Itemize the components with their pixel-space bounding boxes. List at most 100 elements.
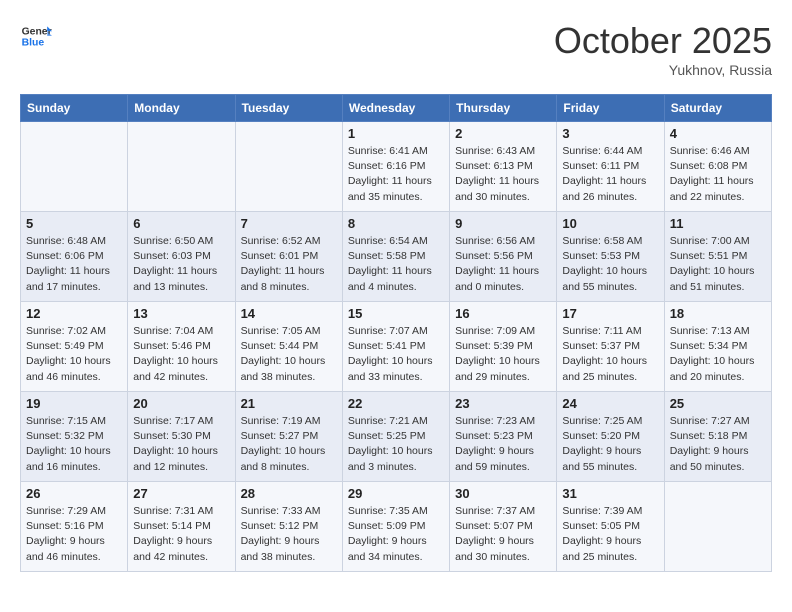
- calendar-cell: [128, 122, 235, 212]
- calendar-cell: 8 Sunrise: 6:54 AMSunset: 5:58 PMDaylight…: [342, 212, 449, 302]
- day-info: Sunrise: 7:29 AMSunset: 5:16 PMDaylight:…: [26, 504, 122, 565]
- day-number: 19: [26, 396, 122, 411]
- day-info: Sunrise: 7:09 AMSunset: 5:39 PMDaylight:…: [455, 324, 551, 385]
- day-info: Sunrise: 7:11 AMSunset: 5:37 PMDaylight:…: [562, 324, 658, 385]
- calendar-week-row: 5 Sunrise: 6:48 AMSunset: 6:06 PMDaylight…: [21, 212, 772, 302]
- calendar-cell: [21, 122, 128, 212]
- calendar-cell: 13Sunrise: 7:04 AMSunset: 5:46 PMDayligh…: [128, 302, 235, 392]
- day-info: Sunrise: 6:41 AMSunset: 6:16 PMDaylight:…: [348, 144, 444, 205]
- calendar-cell: 11 Sunrise: 7:00 AMSunset: 5:51 PMDayligh…: [664, 212, 771, 302]
- calendar-cell: 9Sunrise: 6:56 AMSunset: 5:56 PMDaylight…: [450, 212, 557, 302]
- day-number: 18: [670, 306, 766, 321]
- calendar-week-row: 19 Sunrise: 7:15 AMSunset: 5:32 PMDayligh…: [21, 392, 772, 482]
- day-info: Sunrise: 7:04 AMSunset: 5:46 PMDaylight:…: [133, 324, 229, 385]
- weekday-header: Sunday: [21, 95, 128, 122]
- day-info: Sunrise: 7:27 AMSunset: 5:18 PMDaylight:…: [670, 414, 766, 475]
- day-number: 20: [133, 396, 229, 411]
- day-number: 7: [241, 216, 337, 231]
- calendar-cell: 2 Sunrise: 6:43 AMSunset: 6:13 PMDaylight…: [450, 122, 557, 212]
- day-info: Sunrise: 7:35 AMSunset: 5:09 PMDaylight:…: [348, 504, 444, 565]
- day-info: Sunrise: 7:19 AMSunset: 5:27 PMDaylight:…: [241, 414, 337, 475]
- calendar-table: SundayMondayTuesdayWednesdayThursdayFrid…: [20, 94, 772, 572]
- day-number: 23: [455, 396, 551, 411]
- weekday-header: Wednesday: [342, 95, 449, 122]
- calendar-cell: 26Sunrise: 7:29 AMSunset: 5:16 PMDayligh…: [21, 482, 128, 572]
- day-number: 28: [241, 486, 337, 501]
- day-info: Sunrise: 7:39 AMSunset: 5:05 PMDaylight:…: [562, 504, 658, 565]
- day-info: Sunrise: 7:31 AMSunset: 5:14 PMDaylight:…: [133, 504, 229, 565]
- location-subtitle: Yukhnov, Russia: [554, 62, 772, 78]
- day-info: Sunrise: 7:15 AMSunset: 5:32 PMDaylight:…: [26, 414, 122, 475]
- day-info: Sunrise: 7:25 AMSunset: 5:20 PMDaylight:…: [562, 414, 658, 475]
- day-info: Sunrise: 6:48 AMSunset: 6:06 PMDaylight:…: [26, 234, 122, 295]
- weekday-header: Monday: [128, 95, 235, 122]
- day-number: 14: [241, 306, 337, 321]
- title-block: October 2025 Yukhnov, Russia: [554, 20, 772, 78]
- day-info: Sunrise: 7:05 AMSunset: 5:44 PMDaylight:…: [241, 324, 337, 385]
- day-number: 11: [670, 216, 766, 231]
- calendar-cell: 27 Sunrise: 7:31 AMSunset: 5:14 PMDayligh…: [128, 482, 235, 572]
- calendar-cell: 4 Sunrise: 6:46 AMSunset: 6:08 PMDaylight…: [664, 122, 771, 212]
- day-info: Sunrise: 7:02 AMSunset: 5:49 PMDaylight:…: [26, 324, 122, 385]
- calendar-cell: [235, 122, 342, 212]
- weekday-header: Friday: [557, 95, 664, 122]
- day-number: 25: [670, 396, 766, 411]
- day-info: Sunrise: 6:54 AMSunset: 5:58 PMDaylight:…: [348, 234, 444, 295]
- calendar-cell: 12Sunrise: 7:02 AMSunset: 5:49 PMDayligh…: [21, 302, 128, 392]
- calendar-cell: 31 Sunrise: 7:39 AMSunset: 5:05 PMDayligh…: [557, 482, 664, 572]
- calendar-week-row: 26Sunrise: 7:29 AMSunset: 5:16 PMDayligh…: [21, 482, 772, 572]
- calendar-cell: 24 Sunrise: 7:25 AMSunset: 5:20 PMDayligh…: [557, 392, 664, 482]
- weekday-header: Thursday: [450, 95, 557, 122]
- day-number: 4: [670, 126, 766, 141]
- calendar-cell: 29 Sunrise: 7:35 AMSunset: 5:09 PMDayligh…: [342, 482, 449, 572]
- calendar-week-row: 1 Sunrise: 6:41 AMSunset: 6:16 PMDaylight…: [21, 122, 772, 212]
- day-number: 30: [455, 486, 551, 501]
- logo: General Blue: [20, 20, 52, 52]
- day-number: 21: [241, 396, 337, 411]
- day-info: Sunrise: 7:17 AMSunset: 5:30 PMDaylight:…: [133, 414, 229, 475]
- day-info: Sunrise: 7:13 AMSunset: 5:34 PMDaylight:…: [670, 324, 766, 385]
- calendar-cell: 28 Sunrise: 7:33 AMSunset: 5:12 PMDayligh…: [235, 482, 342, 572]
- day-number: 17: [562, 306, 658, 321]
- day-info: Sunrise: 7:37 AMSunset: 5:07 PMDaylight:…: [455, 504, 551, 565]
- day-info: Sunrise: 6:43 AMSunset: 6:13 PMDaylight:…: [455, 144, 551, 205]
- day-number: 8: [348, 216, 444, 231]
- calendar-cell: 5 Sunrise: 6:48 AMSunset: 6:06 PMDaylight…: [21, 212, 128, 302]
- day-number: 22: [348, 396, 444, 411]
- day-number: 16: [455, 306, 551, 321]
- calendar-cell: 17 Sunrise: 7:11 AMSunset: 5:37 PMDayligh…: [557, 302, 664, 392]
- day-number: 5: [26, 216, 122, 231]
- calendar-cell: 15Sunrise: 7:07 AMSunset: 5:41 PMDayligh…: [342, 302, 449, 392]
- day-info: Sunrise: 6:58 AMSunset: 5:53 PMDaylight:…: [562, 234, 658, 295]
- calendar-cell: 23Sunrise: 7:23 AMSunset: 5:23 PMDayligh…: [450, 392, 557, 482]
- calendar-cell: 16 Sunrise: 7:09 AMSunset: 5:39 PMDayligh…: [450, 302, 557, 392]
- day-number: 24: [562, 396, 658, 411]
- page-header: General Blue October 2025 Yukhnov, Russi…: [20, 20, 772, 78]
- day-number: 27: [133, 486, 229, 501]
- calendar-cell: 19 Sunrise: 7:15 AMSunset: 5:32 PMDayligh…: [21, 392, 128, 482]
- day-info: Sunrise: 7:33 AMSunset: 5:12 PMDaylight:…: [241, 504, 337, 565]
- calendar-cell: 25 Sunrise: 7:27 AMSunset: 5:18 PMDayligh…: [664, 392, 771, 482]
- logo-icon: General Blue: [20, 20, 52, 52]
- calendar-cell: 10 Sunrise: 6:58 AMSunset: 5:53 PMDayligh…: [557, 212, 664, 302]
- calendar-week-row: 12Sunrise: 7:02 AMSunset: 5:49 PMDayligh…: [21, 302, 772, 392]
- calendar-cell: 30 Sunrise: 7:37 AMSunset: 5:07 PMDayligh…: [450, 482, 557, 572]
- calendar-header: SundayMondayTuesdayWednesdayThursdayFrid…: [21, 95, 772, 122]
- day-number: 1: [348, 126, 444, 141]
- svg-text:Blue: Blue: [22, 38, 45, 49]
- day-number: 2: [455, 126, 551, 141]
- weekday-header: Saturday: [664, 95, 771, 122]
- calendar-cell: [664, 482, 771, 572]
- day-number: 9: [455, 216, 551, 231]
- day-number: 31: [562, 486, 658, 501]
- calendar-cell: 1 Sunrise: 6:41 AMSunset: 6:16 PMDaylight…: [342, 122, 449, 212]
- day-info: Sunrise: 7:21 AMSunset: 5:25 PMDaylight:…: [348, 414, 444, 475]
- calendar-cell: 7Sunrise: 6:52 AMSunset: 6:01 PMDaylight…: [235, 212, 342, 302]
- day-number: 29: [348, 486, 444, 501]
- day-info: Sunrise: 6:46 AMSunset: 6:08 PMDaylight:…: [670, 144, 766, 205]
- month-title: October 2025: [554, 20, 772, 62]
- day-info: Sunrise: 7:00 AMSunset: 5:51 PMDaylight:…: [670, 234, 766, 295]
- day-number: 10: [562, 216, 658, 231]
- calendar-cell: 18 Sunrise: 7:13 AMSunset: 5:34 PMDayligh…: [664, 302, 771, 392]
- calendar-cell: 22 Sunrise: 7:21 AMSunset: 5:25 PMDayligh…: [342, 392, 449, 482]
